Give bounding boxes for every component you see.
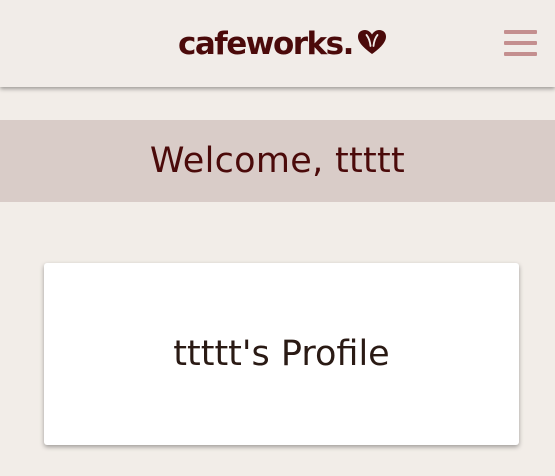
hamburger-line	[504, 41, 537, 45]
site-header: cafeworks.	[0, 0, 555, 87]
profile-title: ttttt's Profile	[173, 334, 390, 374]
hamburger-line	[504, 52, 537, 56]
logo[interactable]: cafeworks.	[178, 22, 387, 66]
hamburger-menu-icon[interactable]	[504, 28, 537, 58]
coffee-bean-heart-icon	[357, 27, 387, 54]
hamburger-line	[504, 30, 537, 34]
profile-card: ttttt's Profile	[44, 263, 519, 445]
welcome-heading: Welcome, ttttt	[149, 141, 406, 181]
welcome-banner: Welcome, ttttt	[0, 120, 555, 202]
logo-text: cafeworks.	[178, 26, 354, 62]
